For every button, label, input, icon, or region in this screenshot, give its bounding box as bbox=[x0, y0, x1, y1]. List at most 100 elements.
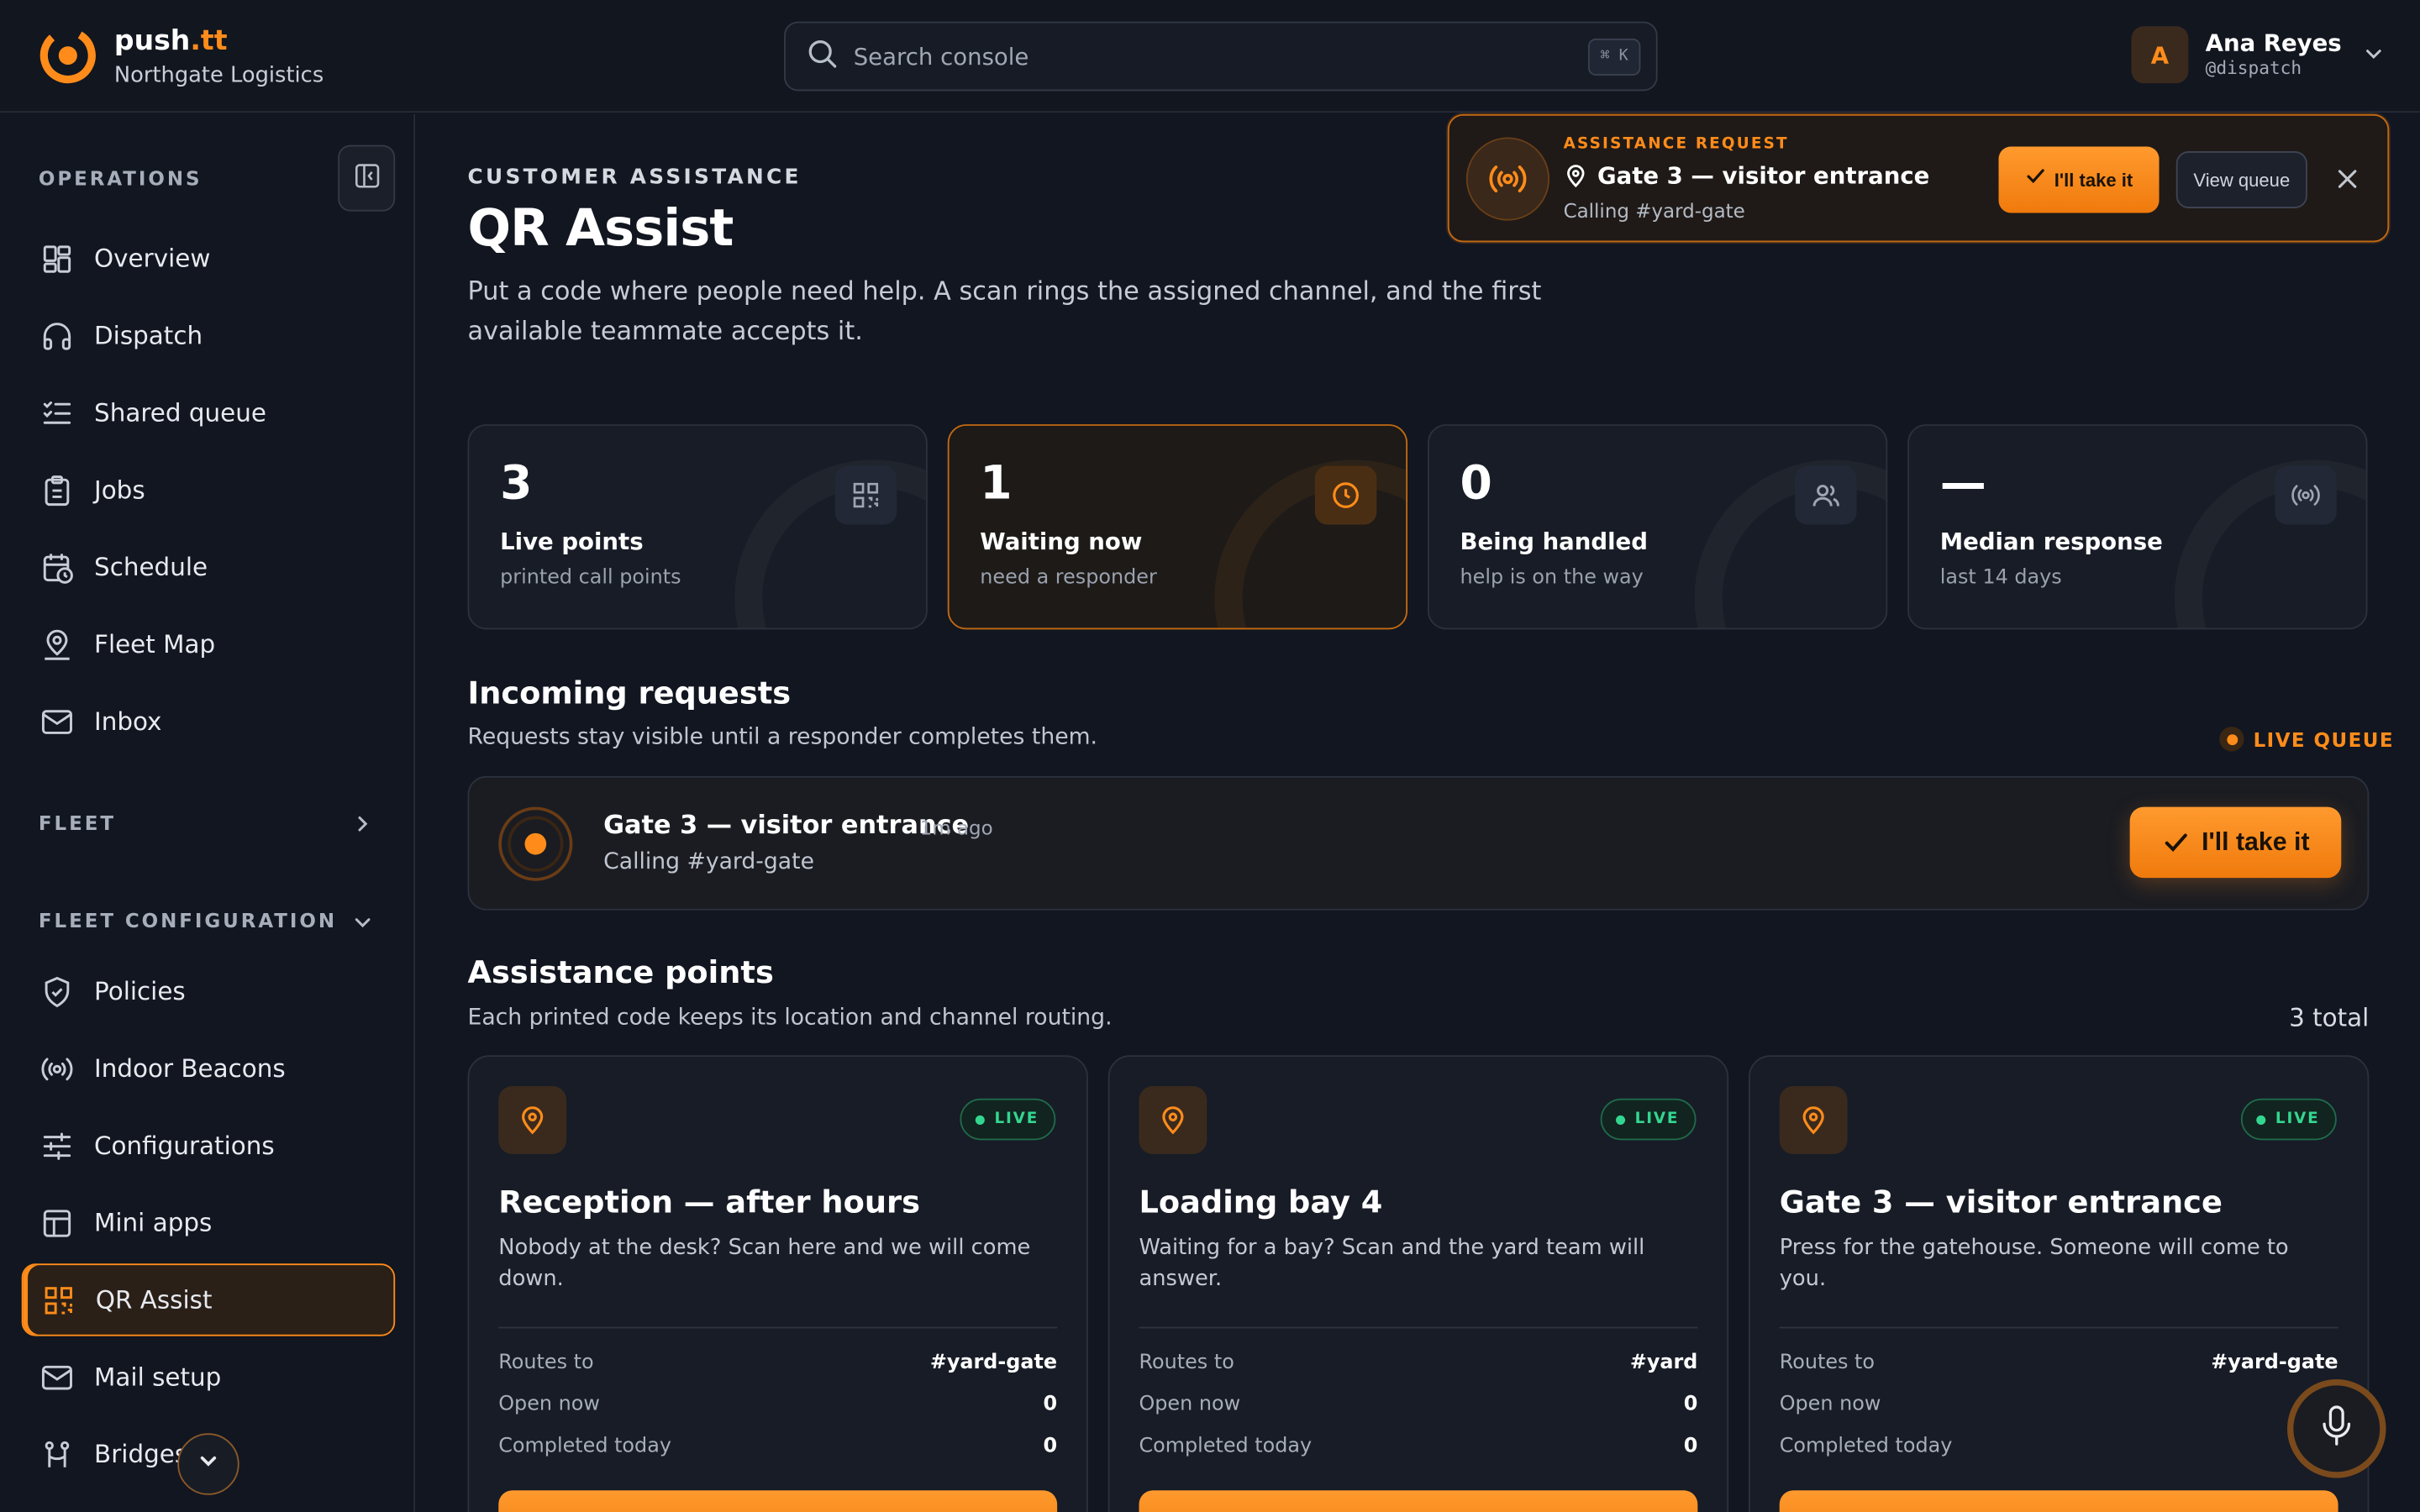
chevron-right-icon[interactable] bbox=[352, 811, 374, 841]
page-title: QR Assist bbox=[467, 197, 734, 258]
take-request-button[interactable]: I'll take it bbox=[2129, 806, 2342, 879]
stat-value: 1 bbox=[980, 456, 1013, 511]
assistance-point-card[interactable]: LIVE Gate 3 — visitor entrance Press for… bbox=[1748, 1055, 2370, 1512]
search-box[interactable]: ⌘ K bbox=[784, 21, 1658, 92]
sidebar-item-inbox[interactable]: Inbox bbox=[22, 685, 395, 757]
close-toast-button[interactable] bbox=[2329, 162, 2366, 199]
sidebar-item-mail-setup[interactable]: Mail setup bbox=[22, 1341, 395, 1413]
collapse-sidebar-button[interactable] bbox=[338, 144, 396, 212]
point-action-button[interactable] bbox=[1779, 1490, 2338, 1512]
scroll-down-button[interactable] bbox=[177, 1433, 239, 1495]
stat-subtitle: printed call points bbox=[500, 566, 681, 590]
routes-row: Routes to #yard-gate bbox=[1779, 1351, 2338, 1375]
brand[interactable]: push.tt Northgate Logistics bbox=[39, 24, 324, 91]
decorative-ring bbox=[1214, 459, 1407, 628]
mail-icon bbox=[40, 1360, 74, 1394]
headset-icon bbox=[40, 318, 74, 352]
sidebar-item-indoor-beacons[interactable]: Indoor Beacons bbox=[22, 1032, 395, 1105]
clipboard-icon bbox=[40, 473, 74, 507]
page-eyebrow: CUSTOMER ASSISTANCE bbox=[467, 165, 802, 190]
bridge-icon bbox=[40, 1437, 74, 1471]
sidebar-item-label: QR Assist bbox=[95, 1284, 213, 1315]
open-now-row: Open now 0 bbox=[498, 1393, 1058, 1417]
broadcast-icon bbox=[40, 1052, 74, 1085]
decorative-ring bbox=[2175, 459, 2366, 627]
map-pin-user-icon bbox=[40, 627, 74, 661]
completed-today-row: Completed today bbox=[1779, 1435, 1953, 1458]
sidebar-item-dispatch[interactable]: Dispatch bbox=[22, 299, 395, 371]
toast-subtitle: Calling #yard-gate bbox=[1563, 198, 1745, 223]
search-input[interactable] bbox=[853, 42, 1533, 71]
sidebar-item-label: Policies bbox=[94, 976, 186, 1006]
chevron-down-icon bbox=[2363, 42, 2385, 71]
live-queue-badge: LIVE QUEUE bbox=[2219, 727, 2394, 752]
assistance-point-card[interactable]: LIVE Loading bay 4 Waiting for a bay? Sc… bbox=[1107, 1055, 1729, 1512]
mail-icon bbox=[40, 704, 74, 738]
routes-row: Routes to #yard-gate bbox=[498, 1351, 1058, 1375]
sidebar-item-configurations[interactable]: Configurations bbox=[22, 1110, 395, 1182]
map-pin-icon bbox=[1139, 1086, 1207, 1154]
stat-subtitle: last 14 days bbox=[1939, 566, 2062, 590]
page-description: Put a code where people need help. A sca… bbox=[467, 276, 1542, 346]
users-icon bbox=[1795, 465, 1857, 525]
chevron-down-icon[interactable] bbox=[352, 911, 374, 940]
sidebar-item-jobs[interactable]: Jobs bbox=[22, 454, 395, 526]
user-menu[interactable]: A Ana Reyes @dispatch bbox=[2131, 26, 2385, 84]
sliders-icon bbox=[40, 1129, 74, 1163]
accept-request-button[interactable]: I'll take it bbox=[1998, 146, 2160, 213]
sidebar-item-qr-assist[interactable]: QR Assist bbox=[21, 1263, 396, 1336]
voice-assist-button[interactable] bbox=[2286, 1379, 2386, 1478]
stat-value: — bbox=[1939, 456, 1986, 511]
point-title: Reception — after hours bbox=[498, 1183, 920, 1221]
shield-check-icon bbox=[40, 974, 74, 1008]
toast-eyebrow: ASSISTANCE REQUEST bbox=[1563, 135, 1789, 153]
point-description: Press for the gatehouse. Someone will co… bbox=[1779, 1236, 2289, 1292]
assistance-points-title: Assistance points bbox=[467, 953, 774, 991]
request-title: Gate 3 — visitor entrance bbox=[603, 810, 970, 840]
main-content: CUSTOMER ASSISTANCE QR Assist Put a code… bbox=[417, 114, 2420, 1512]
point-action-button[interactable] bbox=[498, 1490, 1058, 1512]
divider bbox=[498, 1326, 1058, 1329]
stat-label: Median response bbox=[1939, 528, 2163, 556]
status-badge: LIVE bbox=[960, 1098, 1056, 1141]
sidebar-item-overview[interactable]: Overview bbox=[22, 222, 395, 294]
stat-subtitle: need a responder bbox=[980, 566, 1157, 590]
point-title: Gate 3 — visitor entrance bbox=[1779, 1183, 2223, 1221]
incoming-requests-title: Incoming requests bbox=[467, 674, 792, 711]
stat-card-live-points: 3 Live points printed call points bbox=[467, 424, 928, 630]
sidebar-item-fleet-map[interactable]: Fleet Map bbox=[22, 608, 395, 680]
stat-label: Waiting now bbox=[980, 528, 1143, 556]
live-indicator-icon bbox=[2219, 727, 2244, 752]
sidebar-item-label: Jobs bbox=[94, 475, 145, 505]
assistance-request-toast[interactable]: ASSISTANCE REQUEST Gate 3 — visitor entr… bbox=[1447, 113, 2390, 243]
sidebar-item-label: Configurations bbox=[94, 1131, 275, 1161]
point-action-button[interactable] bbox=[1139, 1490, 1698, 1512]
section-title-fleet-configuration[interactable]: FLEET CONFIGURATION bbox=[39, 909, 337, 932]
stat-card-being-handled: 0 Being handled help is on the way bbox=[1427, 424, 1888, 630]
sidebar-item-schedule[interactable]: Schedule bbox=[22, 531, 395, 603]
sidebar-item-label: Overview bbox=[94, 244, 211, 274]
status-badge: LIVE bbox=[2241, 1098, 2337, 1141]
stat-value: 3 bbox=[500, 456, 533, 511]
map-pin-icon bbox=[498, 1086, 567, 1154]
sidebar-item-label: Inbox bbox=[94, 706, 162, 737]
user-name: Ana Reyes bbox=[2205, 29, 2342, 57]
broadcast-icon bbox=[2275, 465, 2337, 525]
open-now-row: Open now bbox=[1779, 1393, 1881, 1417]
avatar: A bbox=[2131, 26, 2189, 84]
request-row[interactable]: Gate 3 — visitor entrance 1m ago Calling… bbox=[467, 775, 2370, 911]
sidebar-item-shared-queue[interactable]: Shared queue bbox=[22, 376, 395, 449]
incoming-requests-subtitle: Requests stay visible until a responder … bbox=[467, 725, 1098, 750]
view-queue-button[interactable]: View queue bbox=[2175, 150, 2307, 208]
sidebar-collapse-icon bbox=[353, 161, 381, 195]
section-title-fleet[interactable]: FLEET bbox=[39, 811, 116, 835]
sidebar-item-policies[interactable]: Policies bbox=[22, 955, 395, 1027]
microphone-icon bbox=[2318, 1403, 2355, 1455]
sidebar-item-mini-apps[interactable]: Mini apps bbox=[22, 1186, 395, 1258]
point-title: Loading bay 4 bbox=[1139, 1183, 1383, 1221]
ringing-indicator-icon bbox=[498, 806, 573, 881]
assistance-point-card[interactable]: LIVE Reception — after hours Nobody at t… bbox=[467, 1055, 1088, 1512]
qr-code-icon bbox=[834, 465, 897, 525]
grid-icon bbox=[40, 241, 74, 275]
request-subtitle: Calling #yard-gate bbox=[603, 850, 814, 875]
